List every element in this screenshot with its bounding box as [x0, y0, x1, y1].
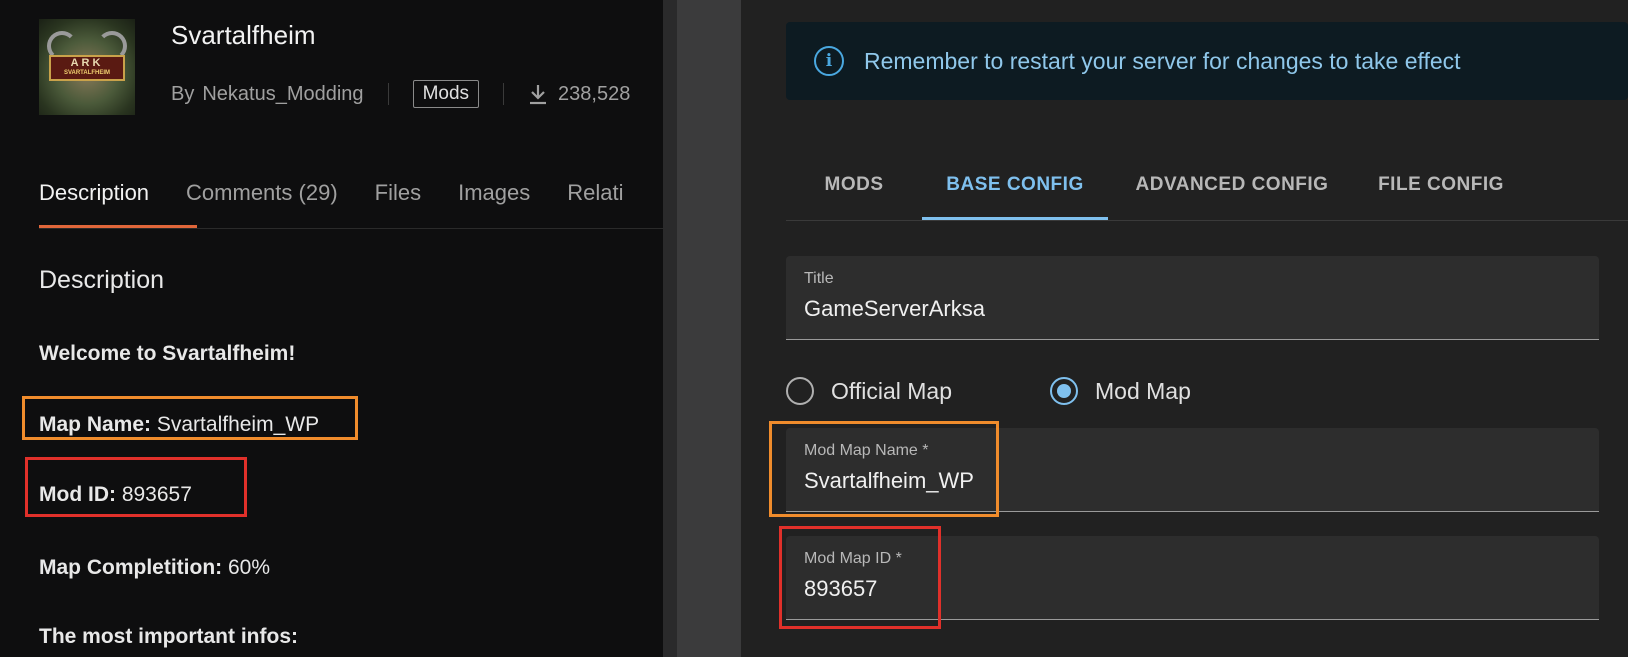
mod-map-radio-label[interactable]: Mod Map [1095, 378, 1191, 405]
mod-map-radio[interactable]: Mod Map [1050, 377, 1191, 405]
completion-label: Map Completition: [39, 556, 223, 579]
byline-separator [387, 83, 389, 105]
infos-heading-line: The most important infos: [39, 625, 298, 649]
map-name-label: Map Name: [39, 413, 152, 436]
info-icon: i [814, 46, 844, 76]
restart-alert: i Remember to restart your server for ch… [786, 22, 1628, 100]
mod-map-id-field[interactable]: Mod Map ID * 893657 [786, 536, 1599, 620]
logo-text: ARK [70, 57, 104, 69]
completion-value: 60% [228, 556, 271, 579]
tab-file-config[interactable]: FILE CONFIG [1356, 166, 1526, 220]
mod-thumbnail[interactable]: ARK SVARTALFHEIM [39, 19, 135, 115]
byline-separator [503, 83, 505, 105]
tab-mods[interactable]: MODS [786, 166, 922, 220]
mod-title: Svartalfheim [171, 20, 316, 50]
tab-description[interactable]: Description [39, 178, 149, 206]
tab-files[interactable]: Files [375, 178, 421, 206]
title-field[interactable]: Title GameServerArksa [786, 256, 1599, 340]
mod-id-line: Mod ID: 893657 [39, 483, 192, 507]
welcome-text: Welcome to Svartalfheim! [39, 342, 295, 366]
panel-divider [663, 0, 741, 657]
config-tabs-divider [786, 220, 1628, 221]
logo-subtext: SVARTALFHEIM [63, 70, 111, 76]
tab-base-config[interactable]: BASE CONFIG [922, 166, 1108, 220]
map-name-value: Svartalfheim_WP [156, 413, 320, 436]
download-count: 238,528 [528, 83, 630, 106]
infos-heading: The most important infos: [39, 625, 298, 648]
category-tag[interactable]: Mods [412, 80, 480, 108]
download-count-value: 238,528 [558, 82, 631, 105]
mod-map-id-value[interactable]: 893657 [804, 576, 877, 602]
mod-page-tabs: Description Comments (29) Files Images R… [39, 178, 661, 206]
description-heading: Description [39, 266, 165, 294]
download-icon [530, 85, 547, 105]
alert-message: Remember to restart your server for chan… [864, 47, 1461, 74]
mod-map-name-value[interactable]: Svartalfheim_WP [804, 468, 974, 494]
mod-id-value: 893657 [121, 483, 192, 506]
mod-map-radio-circle[interactable] [1050, 377, 1079, 405]
completion-line: Map Completition: 60% [39, 556, 270, 580]
panel-divider-shadow [663, 0, 677, 657]
tabs-divider [39, 228, 663, 229]
tab-images[interactable]: Images [458, 178, 530, 206]
author-link[interactable]: Nekatus_Modding [202, 83, 363, 106]
mod-id-label: Mod ID: [39, 483, 116, 506]
official-map-radio-label[interactable]: Official Map [831, 378, 952, 405]
config-tabs: MODS BASE CONFIG ADVANCED CONFIG FILE CO… [786, 166, 1526, 220]
official-map-radio[interactable]: Official Map [786, 377, 952, 405]
mod-map-id-label: Mod Map ID * [804, 550, 902, 567]
mod-map-name-label: Mod Map Name * [804, 442, 929, 459]
mod-map-name-field[interactable]: Mod Map Name * Svartalfheim_WP [786, 428, 1599, 512]
map-type-radio-group: Official Map Mod Map [786, 377, 1191, 405]
tab-comments[interactable]: Comments (29) [186, 178, 338, 206]
tab-relations[interactable]: Relati [567, 178, 623, 206]
mod-byline: By Nekatus_Modding Mods 238,528 [171, 79, 630, 109]
title-field-label: Title [804, 270, 834, 287]
mod-page-panel: ARK SVARTALFHEIM Svartalfheim By Nekatus… [0, 0, 663, 657]
server-config-panel: i Remember to restart your server for ch… [741, 0, 1628, 657]
welcome-bold: Welcome to Svartalfheim! [39, 342, 296, 365]
title-field-value[interactable]: GameServerArksa [804, 296, 985, 322]
tab-advanced-config[interactable]: ADVANCED CONFIG [1108, 166, 1356, 220]
map-name-line: Map Name: Svartalfheim_WP [39, 413, 319, 437]
official-map-radio-circle[interactable] [786, 377, 814, 405]
by-label: By [171, 82, 195, 105]
